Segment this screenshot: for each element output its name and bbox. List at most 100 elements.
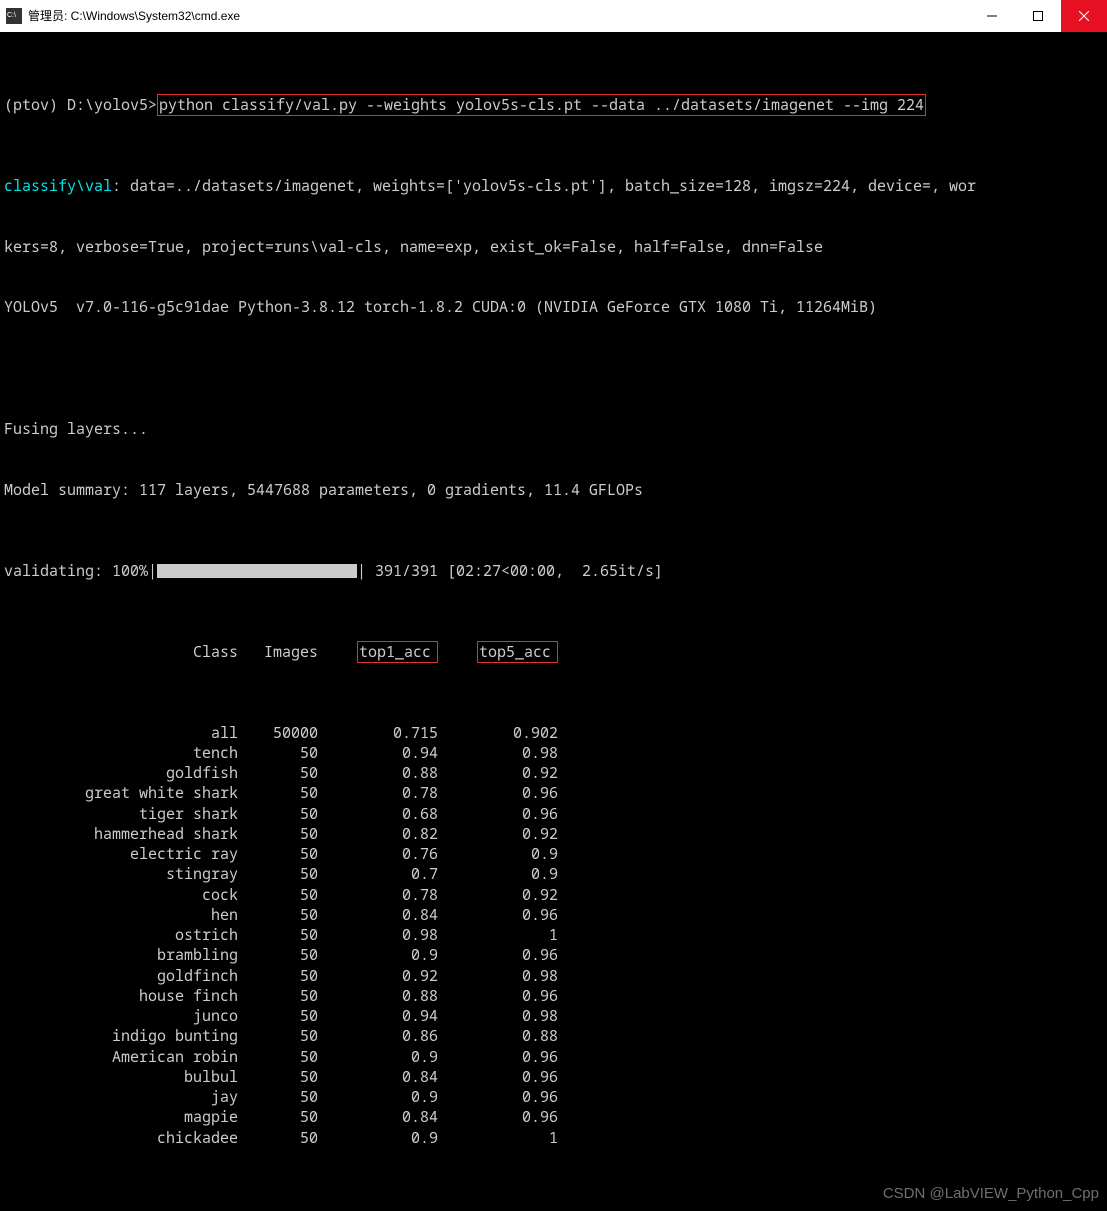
cell-top1: 0.715 bbox=[324, 723, 444, 743]
cell-class: jay bbox=[4, 1087, 244, 1107]
progress-label: validating: 100%| bbox=[4, 561, 157, 581]
cell-top1: 0.84 bbox=[324, 1107, 444, 1127]
command-line: (ptov) D:\yolov5>python classify/val.py … bbox=[4, 95, 1103, 115]
cell-top1: 0.94 bbox=[324, 1006, 444, 1026]
cell-top5: 0.96 bbox=[444, 804, 564, 824]
cell-class: tiger shark bbox=[4, 804, 244, 824]
log-line: kers=8, verbose=True, project=runs\val-c… bbox=[4, 237, 1103, 257]
blank-line bbox=[4, 358, 1103, 378]
cell-top1: 0.9 bbox=[324, 945, 444, 965]
table-row: jay500.90.96 bbox=[4, 1087, 1103, 1107]
table-row: great white shark500.780.96 bbox=[4, 783, 1103, 803]
table-row: electric ray500.760.9 bbox=[4, 844, 1103, 864]
cell-top1: 0.98 bbox=[324, 925, 444, 945]
watermark: CSDN @LabVIEW_Python_Cpp bbox=[883, 1184, 1099, 1204]
cell-images: 50 bbox=[244, 925, 324, 945]
cell-top5: 0.96 bbox=[444, 986, 564, 1006]
cell-images: 50 bbox=[244, 743, 324, 763]
cell-class: stingray bbox=[4, 864, 244, 884]
col-images: Images bbox=[244, 642, 324, 662]
cell-images: 50000 bbox=[244, 723, 324, 743]
table-row: ostrich500.981 bbox=[4, 925, 1103, 945]
log-line: classify\val: data=../datasets/imagenet,… bbox=[4, 176, 1103, 196]
log-prefix: classify\val bbox=[4, 176, 112, 196]
cell-class: ostrich bbox=[4, 925, 244, 945]
table-row: brambling500.90.96 bbox=[4, 945, 1103, 965]
table-row: chickadee500.91 bbox=[4, 1128, 1103, 1148]
cell-class: all bbox=[4, 723, 244, 743]
cell-class: house finch bbox=[4, 986, 244, 1006]
table-row: hammerhead shark500.820.92 bbox=[4, 824, 1103, 844]
cell-top5: 0.92 bbox=[444, 824, 564, 844]
cell-top1: 0.84 bbox=[324, 905, 444, 925]
table-row: junco500.940.98 bbox=[4, 1006, 1103, 1026]
progress-bar bbox=[157, 564, 357, 578]
col-top5: top5_acc bbox=[444, 642, 564, 662]
window-titlebar: 管理员: C:\Windows\System32\cmd.exe bbox=[0, 0, 1107, 32]
table-row: goldfish500.880.92 bbox=[4, 763, 1103, 783]
log-line: Model summary: 117 layers, 5447688 param… bbox=[4, 480, 1103, 500]
cell-images: 50 bbox=[244, 1047, 324, 1067]
cell-images: 50 bbox=[244, 804, 324, 824]
table-row: indigo bunting500.860.88 bbox=[4, 1026, 1103, 1046]
cell-images: 50 bbox=[244, 864, 324, 884]
cell-top1: 0.9 bbox=[324, 1087, 444, 1107]
maximize-button[interactable] bbox=[1015, 0, 1061, 32]
cell-top1: 0.88 bbox=[324, 763, 444, 783]
cell-images: 50 bbox=[244, 1026, 324, 1046]
log-line: YOLOv5 v7.0-116-g5c91dae Python-3.8.12 t… bbox=[4, 297, 1103, 317]
minimize-button[interactable] bbox=[969, 0, 1015, 32]
table-row: bulbul500.840.96 bbox=[4, 1067, 1103, 1087]
cell-images: 50 bbox=[244, 966, 324, 986]
table-row: magpie500.840.96 bbox=[4, 1107, 1103, 1127]
cell-class: tench bbox=[4, 743, 244, 763]
cell-class: bulbul bbox=[4, 1067, 244, 1087]
cell-top1: 0.88 bbox=[324, 986, 444, 1006]
table-row: stingray500.70.9 bbox=[4, 864, 1103, 884]
cell-class: chickadee bbox=[4, 1128, 244, 1148]
cell-class: hammerhead shark bbox=[4, 824, 244, 844]
command-highlight: python classify/val.py --weights yolov5s… bbox=[157, 94, 926, 116]
log-text: : data=../datasets/imagenet, weights=['y… bbox=[112, 176, 976, 196]
top1-highlight: top1_acc bbox=[357, 641, 438, 663]
cell-top5: 0.98 bbox=[444, 743, 564, 763]
close-button[interactable] bbox=[1061, 0, 1107, 32]
cell-top5: 0.98 bbox=[444, 1006, 564, 1026]
log-line: Fusing layers... bbox=[4, 419, 1103, 439]
cell-top5: 0.92 bbox=[444, 885, 564, 905]
cell-top5: 0.9 bbox=[444, 864, 564, 884]
cell-class: hen bbox=[4, 905, 244, 925]
cmd-icon bbox=[6, 8, 22, 24]
cell-top1: 0.9 bbox=[324, 1047, 444, 1067]
cell-images: 50 bbox=[244, 783, 324, 803]
cell-top1: 0.7 bbox=[324, 864, 444, 884]
cell-top1: 0.84 bbox=[324, 1067, 444, 1087]
cell-top5: 1 bbox=[444, 1128, 564, 1148]
cell-top5: 0.96 bbox=[444, 783, 564, 803]
cell-top5: 0.92 bbox=[444, 763, 564, 783]
cell-top5: 1 bbox=[444, 925, 564, 945]
cell-top5: 0.96 bbox=[444, 1047, 564, 1067]
cell-top5: 0.88 bbox=[444, 1026, 564, 1046]
terminal-output[interactable]: (ptov) D:\yolov5>python classify/val.py … bbox=[0, 32, 1107, 1211]
cell-images: 50 bbox=[244, 763, 324, 783]
cell-top1: 0.78 bbox=[324, 783, 444, 803]
cell-top1: 0.86 bbox=[324, 1026, 444, 1046]
cell-images: 50 bbox=[244, 885, 324, 905]
cell-images: 50 bbox=[244, 986, 324, 1006]
cell-top5: 0.96 bbox=[444, 905, 564, 925]
table-header: Class Images top1_acc top5_acc bbox=[4, 642, 1103, 662]
cell-top1: 0.92 bbox=[324, 966, 444, 986]
cell-top5: 0.96 bbox=[444, 1087, 564, 1107]
progress-line: validating: 100%|| 391/391 [02:27<00:00,… bbox=[4, 561, 1103, 581]
cell-class: junco bbox=[4, 1006, 244, 1026]
cell-top5: 0.9 bbox=[444, 844, 564, 864]
table-row: tiger shark500.680.96 bbox=[4, 804, 1103, 824]
cell-top1: 0.76 bbox=[324, 844, 444, 864]
col-top1: top1_acc bbox=[324, 642, 444, 662]
cell-images: 50 bbox=[244, 1087, 324, 1107]
cell-top5: 0.98 bbox=[444, 966, 564, 986]
cell-top1: 0.82 bbox=[324, 824, 444, 844]
cell-class: magpie bbox=[4, 1107, 244, 1127]
cell-top1: 0.9 bbox=[324, 1128, 444, 1148]
